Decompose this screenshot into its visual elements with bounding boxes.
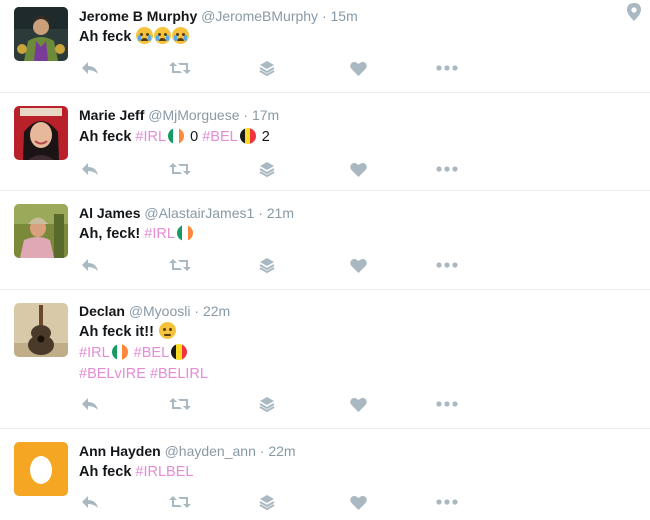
tweet-actions	[79, 159, 479, 179]
layers-icon[interactable]	[256, 255, 278, 275]
hashtag-link[interactable]: #IRLBEL	[135, 464, 193, 480]
more-icon[interactable]	[436, 58, 458, 78]
layers-icon[interactable]	[256, 159, 278, 179]
retweet-icon[interactable]	[169, 394, 191, 414]
author-name[interactable]: Declan	[79, 303, 125, 319]
separator: ·	[259, 443, 265, 459]
author-handle[interactable]: @Myoosli	[129, 303, 191, 319]
author-handle[interactable]: @JeromeBMurphy	[201, 8, 318, 24]
text: Ah feck	[79, 129, 132, 145]
tweet-text: Ah feck #IRLBEL	[79, 462, 193, 483]
heart-icon[interactable]	[347, 492, 369, 512]
tweet-actions	[79, 492, 479, 512]
tweet-header: Marie Jeff @MjMorguese · 17m	[79, 105, 279, 125]
timestamp[interactable]: 21m	[267, 205, 294, 221]
author-name[interactable]: Al James	[79, 205, 140, 221]
tweet-header: Declan @Myoosli · 22m	[79, 301, 230, 321]
reply-icon[interactable]	[79, 255, 101, 275]
tweet-text: Ah, feck! #IRL	[79, 224, 195, 245]
layers-icon[interactable]	[256, 492, 278, 512]
separator: ·	[194, 303, 200, 319]
avatar[interactable]	[14, 442, 68, 496]
timestamp[interactable]: 22m	[268, 443, 295, 459]
tweet[interactable]: Ann Hayden @hayden_ann · 22m Ah feck #IR…	[0, 429, 650, 520]
more-icon[interactable]	[436, 255, 458, 275]
author-handle[interactable]: @AlastairJames1	[144, 205, 254, 221]
tweet[interactable]: Marie Jeff @MjMorguese · 17m Ah feck #IR…	[0, 93, 650, 191]
more-icon[interactable]	[436, 492, 458, 512]
crying-face-icon	[136, 27, 154, 44]
tweet-actions	[79, 394, 479, 414]
retweet-icon[interactable]	[169, 159, 191, 179]
hashtag-link[interactable]: #BEL	[134, 345, 169, 361]
text: Ah feck	[79, 29, 132, 45]
reply-icon[interactable]	[79, 492, 101, 512]
retweet-icon[interactable]	[169, 58, 191, 78]
text: Ah feck	[79, 464, 132, 480]
hashtag-link[interactable]: #BEL	[202, 129, 237, 145]
separator: ·	[258, 205, 263, 221]
hashtag-link[interactable]: #IRL	[135, 129, 166, 145]
tweet[interactable]: Al James @AlastairJames1 · 21m Ah, feck!…	[0, 191, 650, 290]
confused-face-icon	[158, 322, 176, 339]
text: Ah, feck!	[79, 226, 141, 242]
layers-icon[interactable]	[256, 58, 278, 78]
retweet-icon[interactable]	[169, 492, 191, 512]
crying-face-icon	[172, 27, 190, 44]
tweet-header: Ann Hayden @hayden_ann · 22m	[79, 441, 296, 461]
author-name[interactable]: Jerome B Murphy	[79, 8, 197, 24]
author-name[interactable]: Ann Hayden	[79, 443, 161, 459]
author-handle[interactable]: @hayden_ann	[165, 443, 256, 459]
hashtag-link[interactable]: #IRL	[79, 345, 110, 361]
hashtag-link[interactable]: #BELIRL	[150, 366, 208, 382]
ireland-flag-icon	[111, 344, 128, 360]
tweet-header: Jerome B Murphy @JeromeBMurphy · 15m	[79, 6, 358, 26]
author-handle[interactable]: @MjMorguese	[148, 107, 239, 123]
score: 0	[190, 129, 199, 145]
heart-icon[interactable]	[347, 58, 369, 78]
belgium-flag-icon	[239, 128, 256, 144]
reply-icon[interactable]	[79, 394, 101, 414]
separator: ·	[321, 8, 327, 24]
tweet[interactable]: Declan @Myoosli · 22m Ah feck it!! #IRL …	[0, 290, 650, 429]
more-icon[interactable]	[436, 394, 458, 414]
more-icon[interactable]	[436, 159, 458, 179]
avatar[interactable]	[14, 106, 68, 160]
ireland-flag-icon	[176, 225, 193, 241]
reply-icon[interactable]	[79, 58, 101, 78]
tweet-text: Ah feck	[79, 27, 190, 48]
tweet-actions	[79, 58, 479, 78]
timestamp[interactable]: 15m	[331, 8, 358, 24]
location-pin-icon[interactable]	[627, 3, 641, 21]
score: 2	[261, 129, 270, 145]
hashtag-link[interactable]: #IRL	[144, 226, 175, 242]
heart-icon[interactable]	[347, 255, 369, 275]
hashtag-link[interactable]: #BELvIRE	[79, 366, 146, 382]
tweet-text: Ah feck it!! #IRL #BEL #BELvIRE #BELIRL	[79, 322, 208, 385]
avatar[interactable]	[14, 303, 68, 357]
reply-icon[interactable]	[79, 159, 101, 179]
avatar[interactable]	[14, 7, 68, 61]
tweet-actions	[79, 255, 479, 275]
retweet-icon[interactable]	[169, 255, 191, 275]
timestamp[interactable]: 17m	[252, 107, 279, 123]
crying-face-icon	[154, 27, 172, 44]
tweet-feed: Jerome B Murphy @JeromeBMurphy · 15m Ah …	[0, 0, 650, 520]
heart-icon[interactable]	[347, 159, 369, 179]
timestamp[interactable]: 22m	[203, 303, 230, 319]
avatar[interactable]	[14, 204, 68, 258]
belgium-flag-icon	[171, 344, 188, 360]
ireland-flag-icon	[168, 128, 185, 144]
tweet-text: Ah feck #IRL 0 #BEL 2	[79, 127, 270, 148]
heart-icon[interactable]	[347, 394, 369, 414]
author-name[interactable]: Marie Jeff	[79, 107, 144, 123]
tweet-header: Al James @AlastairJames1 · 21m	[79, 203, 294, 223]
tweet[interactable]: Jerome B Murphy @JeromeBMurphy · 15m Ah …	[0, 0, 650, 93]
separator: ·	[243, 107, 249, 123]
layers-icon[interactable]	[256, 394, 278, 414]
text: Ah feck it!!	[79, 324, 154, 340]
